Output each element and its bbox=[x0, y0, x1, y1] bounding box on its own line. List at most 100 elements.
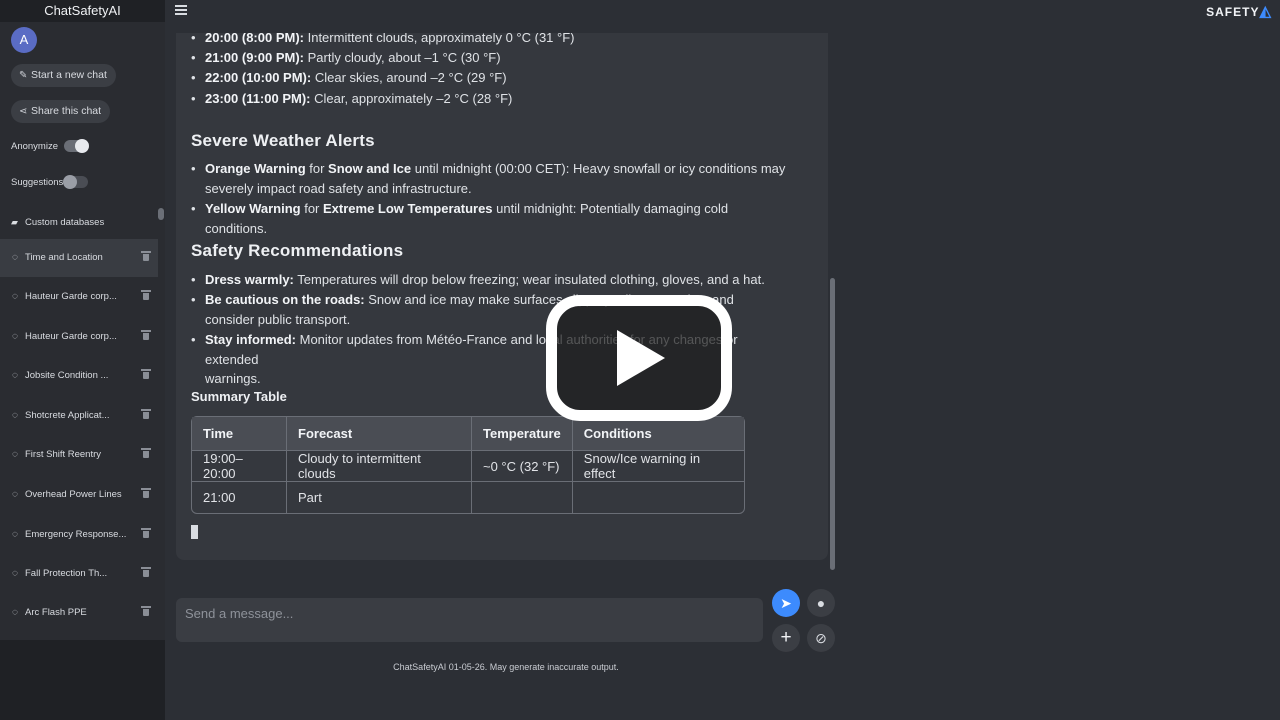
trash-icon[interactable] bbox=[141, 330, 151, 340]
list-item: • 20:00 (8:00 PM): Intermittent clouds, a… bbox=[191, 33, 575, 45]
list-item: • Yellow Warning for Extreme Low Temperat… bbox=[191, 201, 729, 236]
trash-icon[interactable] bbox=[141, 251, 151, 261]
chat-bubble-icon: ◌ bbox=[12, 331, 18, 342]
trash-icon[interactable] bbox=[141, 488, 151, 498]
suggestions-toggle[interactable] bbox=[63, 175, 88, 189]
plus-icon: + bbox=[780, 627, 792, 648]
chat-item-label: Hauteur Garde corp... bbox=[25, 291, 117, 302]
send-button[interactable]: ➤ bbox=[772, 589, 800, 617]
custom-databases-label: Custom databases bbox=[25, 217, 105, 228]
chat-item[interactable]: ◌ Hauteur Garde corp... bbox=[0, 278, 158, 316]
column-header: Time bbox=[192, 417, 287, 451]
chat-item[interactable]: ◌ Shotcrete Applicat... bbox=[0, 397, 158, 435]
streaming-cursor bbox=[191, 525, 198, 539]
microphone-button[interactable]: ● bbox=[807, 589, 835, 617]
new-chat-label: Start a new chat bbox=[31, 69, 107, 81]
assistant-message: • 20:00 (8:00 PM): Intermittent clouds, a… bbox=[176, 33, 828, 560]
chat-bubble-icon: ◌ bbox=[12, 410, 18, 421]
toggle-knob bbox=[75, 139, 89, 153]
table-row: 19:00–20:00 Cloudy to intermittent cloud… bbox=[192, 451, 744, 482]
table-row: 21:00 Part bbox=[192, 482, 744, 513]
chat-item-label: Fall Protection Th... bbox=[25, 568, 108, 579]
chat-bubble-icon: ◌ bbox=[12, 370, 18, 381]
table-cell: 19:00–20:00 bbox=[192, 451, 287, 482]
table-cell: Part bbox=[287, 482, 472, 513]
chat-bubble-icon: ◌ bbox=[12, 291, 18, 302]
brand-text: SAFETY bbox=[1206, 5, 1260, 19]
stop-button[interactable]: ⊘ bbox=[807, 624, 835, 652]
table-cell bbox=[472, 482, 573, 513]
chat-item-label: Hauteur Garde corp... bbox=[25, 331, 117, 342]
trash-icon[interactable] bbox=[141, 567, 151, 577]
table-header-row: Time Forecast Temperature Conditions bbox=[192, 417, 744, 451]
chat-item[interactable]: ◌ Emergency Response... bbox=[0, 516, 158, 554]
trash-icon[interactable] bbox=[141, 528, 151, 538]
chat-bubble-icon: ◌ bbox=[12, 252, 18, 263]
edit-icon: ✎ bbox=[19, 70, 28, 81]
sidebar-scrollbar-thumb[interactable] bbox=[158, 208, 164, 220]
anonymize-toggle[interactable] bbox=[64, 139, 89, 153]
new-chat-button[interactable]: ✎ Start a new chat bbox=[11, 64, 116, 87]
table-cell: Snow/Ice warning in effect bbox=[572, 451, 744, 482]
sidebar-scrollbar-track[interactable] bbox=[158, 22, 165, 640]
trash-icon[interactable] bbox=[141, 369, 151, 379]
suggestions-label: Suggestions bbox=[11, 177, 64, 188]
chat-bubble-icon: ◌ bbox=[12, 489, 18, 500]
folder-icon: ▰ bbox=[11, 217, 18, 227]
column-header: Forecast bbox=[287, 417, 472, 451]
list-item: • 21:00 (9:00 PM): Partly cloudy, about –… bbox=[191, 50, 501, 65]
chat-item[interactable]: ◌ First Shift Reentry bbox=[0, 436, 158, 474]
list-item: • Orange Warning for Snow and Ice until m… bbox=[191, 161, 786, 196]
chat-bubble-icon: ◌ bbox=[12, 607, 18, 618]
column-header: Temperature bbox=[472, 417, 573, 451]
paper-plane-icon: ➤ bbox=[780, 595, 792, 611]
summary-table: Time Forecast Temperature Conditions 19:… bbox=[191, 416, 745, 514]
table-cell: ~0 °C (32 °F) bbox=[472, 451, 573, 482]
list-item: • 22:00 (10:00 PM): Clear skies, around –… bbox=[191, 70, 507, 85]
footer-disclaimer: ChatSafetyAI 01-05-26. May generate inac… bbox=[393, 662, 619, 672]
chat-item-label: Jobsite Condition ... bbox=[25, 370, 109, 381]
chat-item[interactable]: ◌ Arc Flash PPE bbox=[0, 594, 158, 632]
chat-item-label: Overhead Power Lines bbox=[25, 489, 122, 500]
video-play-button[interactable] bbox=[546, 295, 732, 421]
custom-databases-link[interactable]: ▰ Custom databases bbox=[11, 217, 104, 228]
message-input[interactable] bbox=[176, 598, 763, 642]
toggle-knob bbox=[63, 175, 77, 189]
chat-bubble-icon: ◌ bbox=[12, 568, 18, 579]
table-cell: Cloudy to intermittent clouds bbox=[287, 451, 472, 482]
app-title: ChatSafetyAI bbox=[44, 3, 121, 18]
chat-item[interactable]: ◌ Fall Protection Th... bbox=[0, 555, 158, 593]
brand-logo: SAFETY◭ bbox=[1206, 2, 1272, 20]
table-cell: 21:00 bbox=[192, 482, 287, 513]
chat-item[interactable]: ◌ Hauteur Garde corp... bbox=[0, 318, 158, 356]
add-button[interactable]: + bbox=[772, 624, 800, 652]
chat-item-label: Shotcrete Applicat... bbox=[25, 410, 110, 421]
share-icon: ⋖ bbox=[19, 106, 28, 117]
list-item: • 23:00 (11:00 PM): Clear, approximately … bbox=[191, 91, 513, 106]
block-icon: ⊘ bbox=[815, 630, 827, 646]
trash-icon[interactable] bbox=[141, 448, 151, 458]
chat-item[interactable]: ◌ Overhead Power Lines bbox=[0, 476, 158, 514]
chat-item-label: Time and Location bbox=[25, 252, 103, 263]
share-chat-label: Share this chat bbox=[31, 105, 102, 117]
alerts-heading: Severe Weather Alerts bbox=[191, 131, 375, 150]
chat-item-label: First Shift Reentry bbox=[25, 449, 102, 460]
table-heading: Summary Table bbox=[191, 389, 287, 404]
anonymize-label: Anonymize bbox=[11, 141, 58, 152]
column-header: Conditions bbox=[572, 417, 744, 451]
chat-bubble-icon: ◌ bbox=[12, 529, 18, 540]
chat-item[interactable]: ◌ Jobsite Condition ... bbox=[0, 357, 158, 395]
share-chat-button[interactable]: ⋖ Share this chat bbox=[11, 100, 111, 123]
chat-item-label: Emergency Response... bbox=[25, 529, 127, 540]
chat-item-label: Arc Flash PPE bbox=[25, 607, 87, 618]
trash-icon[interactable] bbox=[141, 290, 151, 300]
avatar[interactable]: A bbox=[11, 27, 37, 53]
trash-icon[interactable] bbox=[141, 606, 151, 616]
chat-item[interactable]: ◌ Time and Location bbox=[0, 239, 158, 277]
chat-scrollbar-thumb[interactable] bbox=[830, 278, 835, 570]
microphone-icon: ● bbox=[816, 595, 826, 611]
trash-icon[interactable] bbox=[141, 409, 151, 419]
table-cell bbox=[573, 482, 744, 513]
menu-icon[interactable] bbox=[175, 5, 187, 15]
play-icon bbox=[617, 330, 665, 386]
